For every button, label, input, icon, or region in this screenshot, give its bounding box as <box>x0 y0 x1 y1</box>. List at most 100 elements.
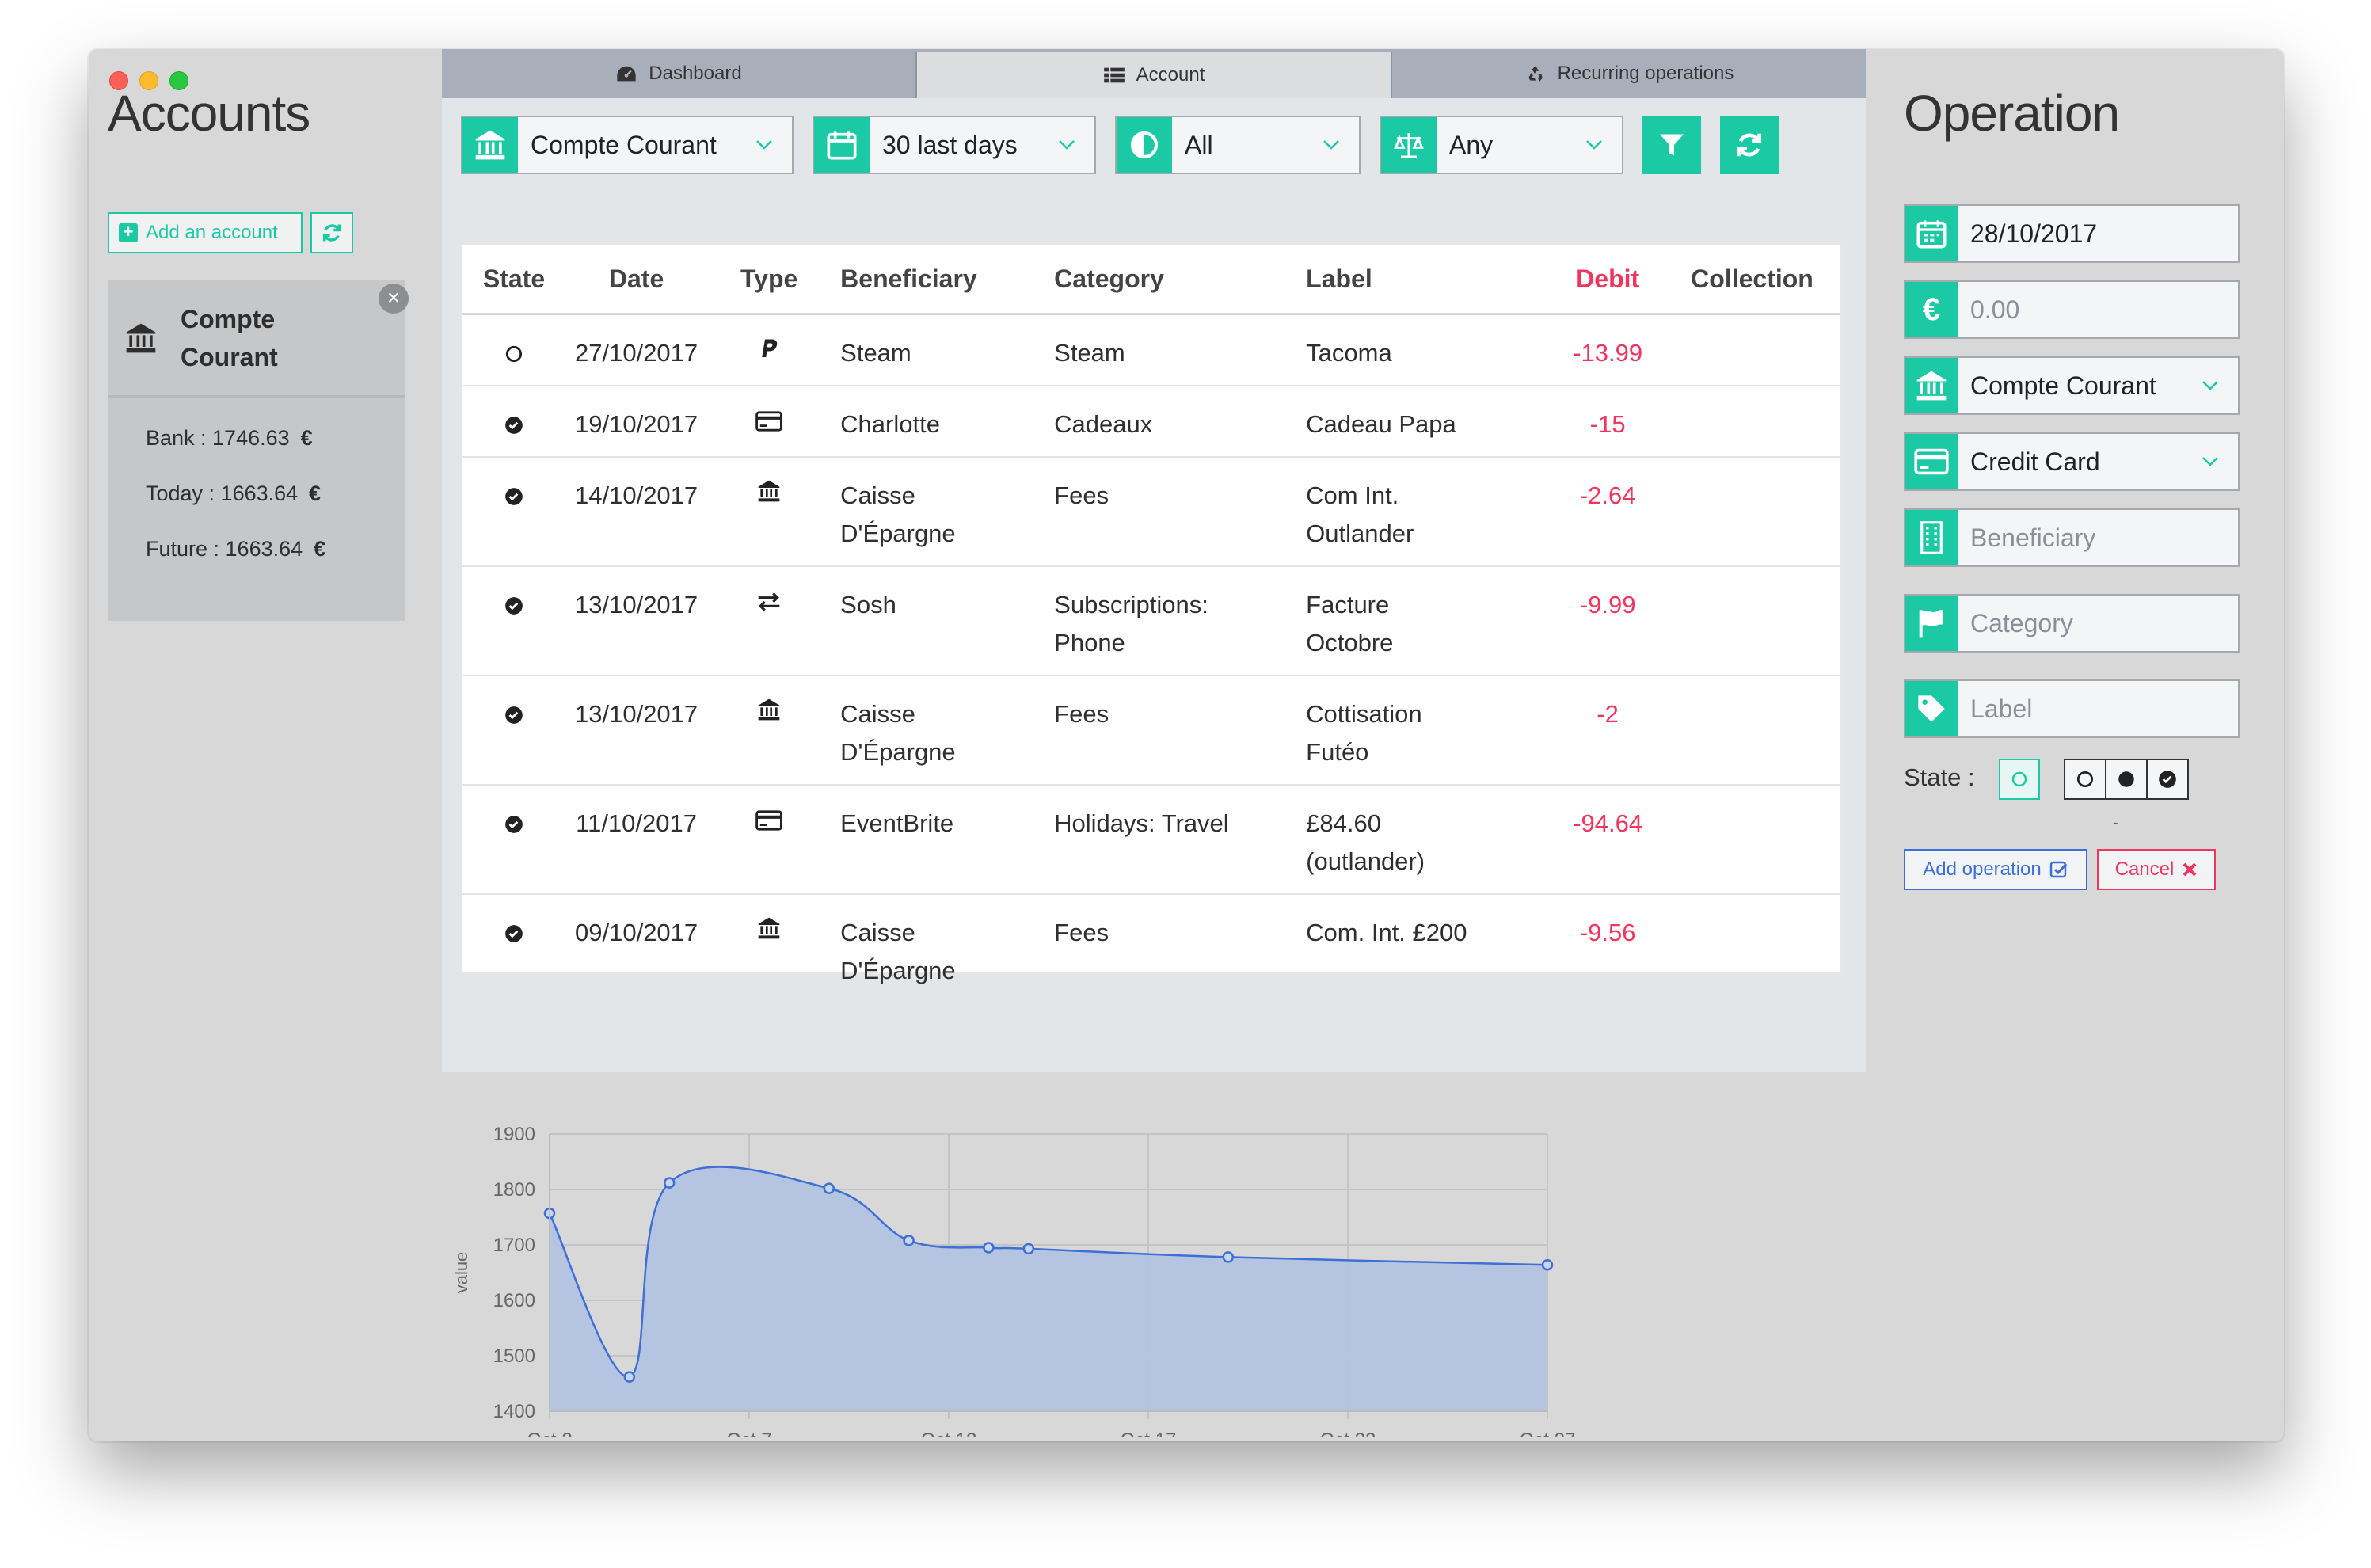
state-filter-value: All <box>1185 130 1213 159</box>
row-debit: -9.99 <box>1534 565 1682 676</box>
row-beneficiary: Steam <box>831 314 1045 386</box>
remove-account-icon[interactable]: × <box>379 284 409 314</box>
apply-filter-button[interactable] <box>1642 116 1701 174</box>
table-row[interactable]: 19/10/2017 Charlotte Cadeaux Cadeau Papa -15 <box>462 385 1840 458</box>
add-operation-button[interactable]: Add operation <box>1904 849 2087 890</box>
table-row[interactable]: 11/10/2017 EventBrite Holidays: Travel £84.… <box>462 784 1840 895</box>
state-label: State : <box>1904 763 1975 791</box>
refresh-accounts-button[interactable] <box>310 212 353 253</box>
row-state[interactable] <box>462 456 565 567</box>
filter-icon <box>1660 134 1684 156</box>
period-filter-select[interactable]: 30 last days <box>813 116 1096 174</box>
row-category: Steam <box>1045 314 1297 386</box>
app-window: Accounts + Add an account × Compte Coura… <box>89 49 2284 1441</box>
row-category: Holidays: Travel <box>1045 784 1297 895</box>
row-state[interactable] <box>462 314 565 386</box>
check-circle-icon <box>2159 771 2176 788</box>
cancel-button[interactable]: Cancel <box>2097 849 2216 890</box>
data-point <box>823 1182 835 1194</box>
row-type <box>707 675 832 786</box>
row-state[interactable] <box>462 565 565 676</box>
tab-account[interactable]: Account <box>915 52 1392 98</box>
data-point <box>623 1371 636 1383</box>
bank-icon <box>755 917 782 946</box>
row-collection <box>1681 784 1840 895</box>
row-type <box>707 565 832 676</box>
date-value: 28/10/2017 <box>1970 219 2098 248</box>
table-row[interactable]: 27/10/2017 Steam Steam Tacoma -13.99 <box>462 314 1840 386</box>
y-tick-label: 1600 <box>493 1290 535 1311</box>
check-square-icon <box>2049 861 2067 878</box>
table-row[interactable]: 13/10/2017 Sosh Subscriptions: Phone Facture… <box>462 565 1840 676</box>
row-date: 13/10/2017 <box>565 675 708 786</box>
account-content: Compte Courant 30 last days All Any Stat… <box>442 98 1866 1072</box>
col-collection[interactable]: Collection <box>1681 245 1840 315</box>
row-type <box>707 385 832 458</box>
table-row[interactable]: 09/10/2017 Caisse D'Épargne Fees Com. Int. £… <box>462 893 1840 1004</box>
row-date: 13/10/2017 <box>565 565 708 676</box>
check-circle-icon <box>504 410 524 438</box>
row-state[interactable] <box>462 385 565 458</box>
row-type <box>707 893 832 1004</box>
row-collection <box>1681 314 1840 386</box>
account-card[interactable]: × Compte Courant Bank : 1746.63 € Today :… <box>108 280 409 621</box>
date-field[interactable]: 28/10/2017 <box>1904 204 2240 263</box>
refresh-icon <box>322 224 341 242</box>
beneficiary-placeholder: Beneficiary <box>1970 523 2096 552</box>
check-circle-icon <box>504 919 524 946</box>
row-date: 11/10/2017 <box>565 784 708 895</box>
y-tick-label: 1500 <box>493 1345 535 1367</box>
col-category[interactable]: Category <box>1045 245 1297 315</box>
x-tick-label: Oct 2 <box>527 1429 572 1437</box>
account-name: Compte Courant <box>181 304 278 371</box>
row-type <box>707 784 832 895</box>
operation-title: Operation <box>1904 85 2120 142</box>
row-date: 19/10/2017 <box>565 385 708 458</box>
recycle-icon <box>1528 66 1543 82</box>
row-debit: -13.99 <box>1534 314 1682 386</box>
x-tick-label: Oct 17 <box>1121 1429 1177 1437</box>
state-validated-option[interactable] <box>2106 760 2148 798</box>
state-filter-select[interactable]: All <box>1115 116 1361 174</box>
selected-state-indicator <box>1999 759 2040 800</box>
account-filter-value: Compte Courant <box>531 130 717 159</box>
col-label[interactable]: Label <box>1296 245 1535 315</box>
add-account-button[interactable]: + Add an account <box>108 212 303 253</box>
state-checked-option[interactable] <box>2148 760 2187 798</box>
balance-chart: 1400 1500 1600 1700 1800 1900 Oct 2 Oct 7 Oct 12… <box>442 1025 1866 1441</box>
operation-type-select[interactable]: Credit Card <box>1904 432 2240 491</box>
bank-balance: Bank : 1746.63 € <box>146 426 313 450</box>
col-state[interactable]: State <box>462 245 565 315</box>
col-type[interactable]: Type <box>707 245 832 315</box>
col-date[interactable]: Date <box>565 245 708 315</box>
data-point <box>1541 1258 1554 1271</box>
category-field[interactable]: Category <box>1904 594 2240 653</box>
state-toggle-group <box>2064 759 2189 800</box>
label-field[interactable]: Label <box>1904 679 2240 738</box>
tab-recurring-operations[interactable]: Recurring operations <box>1392 49 1866 98</box>
row-state[interactable] <box>462 893 565 1004</box>
row-state[interactable] <box>462 675 565 786</box>
credit-card-icon <box>1914 448 1949 475</box>
paypal-icon <box>759 339 779 367</box>
amount-field[interactable]: € 0.00 <box>1904 280 2240 339</box>
bank-icon <box>755 480 782 509</box>
label-placeholder: Label <box>1970 694 2033 723</box>
account-filter-select[interactable]: Compte Courant <box>461 116 794 174</box>
close-icon <box>2183 862 2197 877</box>
beneficiary-field[interactable]: Beneficiary <box>1904 508 2240 567</box>
flag-icon <box>1919 610 1943 638</box>
refresh-operations-button[interactable] <box>1720 116 1779 174</box>
table-row[interactable]: 14/10/2017 Caisse D'Épargne Fees Com Int. Out… <box>462 456 1840 567</box>
row-state[interactable] <box>462 784 565 895</box>
table-row[interactable]: 13/10/2017 Caisse D'Épargne Fees Cottisation… <box>462 675 1840 786</box>
amount-filter-value: Any <box>1449 130 1494 159</box>
amount-filter-select[interactable]: Any <box>1380 116 1623 174</box>
state-pending-option[interactable] <box>2065 760 2106 798</box>
tab-dashboard[interactable]: Dashboard <box>442 49 915 98</box>
col-debit[interactable]: Debit <box>1534 245 1682 315</box>
operation-account-select[interactable]: Compte Courant <box>1904 356 2240 415</box>
col-beneficiary[interactable]: Beneficiary <box>831 245 1045 315</box>
check-circle-icon <box>504 591 524 618</box>
row-beneficiary: Charlotte <box>831 385 1045 458</box>
